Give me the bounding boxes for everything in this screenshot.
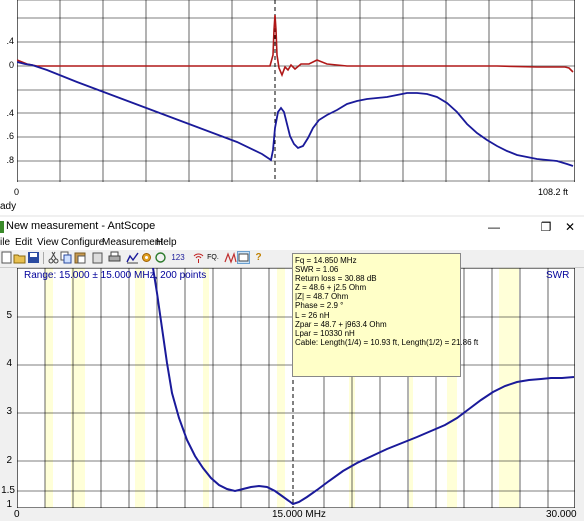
menu-bar: ile Edit View Configure Measurement Help [0, 237, 584, 250]
help-icon[interactable]: ? [252, 251, 265, 264]
tooltip-phase: Phase = 2.9 ° [295, 301, 344, 311]
save-icon[interactable] [27, 251, 40, 264]
tooltip-frequency: Fq = 14.850 MHz [295, 256, 357, 265]
paste-icon[interactable] [74, 251, 87, 264]
tooltip-swr: SWR = 1.06 [295, 265, 339, 275]
marker-icon[interactable] [224, 251, 237, 264]
title-bar[interactable]: New measurement - AntScope — ❐ ✕ [0, 217, 584, 238]
tdr-y-tick: .4 [6, 108, 14, 118]
tdr-chart [16, 0, 575, 182]
menu-help[interactable]: Help [156, 237, 177, 248]
status-text: ady [0, 201, 17, 212]
copy-icon[interactable] [60, 251, 73, 264]
range-label: Range: 15.000 ± 15.000 MHz, 200 points [24, 270, 207, 281]
numbers-icon[interactable]: 123 [170, 251, 186, 264]
menu-view[interactable]: View [37, 237, 59, 248]
tooltip-return-loss: Return loss = 30.88 dB [295, 274, 377, 284]
close-button[interactable]: ✕ [556, 217, 584, 237]
swr-x-end: 30.000 [546, 509, 577, 520]
menu-edit[interactable]: Edit [15, 237, 32, 248]
antenna-icon[interactable] [192, 251, 205, 264]
swr-y-tick: 1.5 [1, 485, 15, 496]
cut-icon[interactable] [47, 251, 60, 264]
menu-measurement[interactable]: Measurement [102, 237, 163, 248]
refresh-icon[interactable] [154, 251, 167, 264]
tdr-y-tick: .8 [6, 155, 14, 165]
open-icon[interactable] [13, 251, 26, 264]
swr-x-center: 15.000 MHz [272, 509, 326, 520]
swr-x-start: 0 [14, 509, 20, 520]
swr-y-tick: 1 [6, 499, 12, 510]
swr-y-tick: 3 [6, 406, 12, 417]
tdr-y-tick: 0 [8, 60, 14, 70]
swr-y-tick: 5 [6, 310, 12, 321]
window-title: New measurement - AntScope [6, 220, 156, 232]
swr-y-tick: 2 [6, 455, 12, 466]
minimize-button[interactable]: — [476, 217, 512, 237]
menu-configure[interactable]: Configure [61, 237, 104, 248]
frequency-icon[interactable]: FQ. [206, 251, 220, 264]
tdr-window: .4 0 .4 .6 .8 0 108.2 ft ady [0, 0, 584, 215]
tdr-x-max: 108.2 ft [538, 187, 569, 197]
tooltip-impedance: Z = 48.6 + j2.5 Ohm [295, 283, 367, 293]
menu-file[interactable]: ile [0, 237, 10, 248]
app-icon [0, 221, 4, 233]
tooltip-inductance: L = 26 nH [295, 310, 330, 320]
clipboard-icon[interactable] [91, 251, 104, 264]
settings-icon[interactable] [140, 251, 153, 264]
tooltip-abs-impedance: |Z| = 48.7 Ohm [295, 292, 349, 302]
tdr-y-tick: .6 [6, 131, 14, 141]
tooltip-lpar: Lpar = 10330 nH [295, 328, 355, 338]
toolbar-separator [43, 252, 44, 264]
print-icon[interactable] [108, 251, 121, 264]
new-icon[interactable] [0, 251, 13, 264]
tooltip-zpar: Zpar = 48.7 + j963.4 Ohm [295, 319, 387, 329]
tdr-plot[interactable] [16, 0, 575, 182]
active-icon[interactable] [237, 251, 250, 264]
swr-y-tick: 4 [6, 358, 12, 369]
tooltip-cable: Cable: Length(1/4) = 10.93 ft, Length(1/… [295, 337, 479, 347]
tdr-x-min: 0 [14, 187, 20, 197]
marker-tooltip: Fq = 14.850 MHz SWR = 1.06 Return loss =… [292, 253, 479, 377]
tdr-blue-curve [16, 61, 574, 167]
swr-tag: SWR [546, 270, 570, 281]
tdr-y-tick: .4 [6, 36, 14, 46]
chart-icon[interactable] [126, 251, 139, 264]
